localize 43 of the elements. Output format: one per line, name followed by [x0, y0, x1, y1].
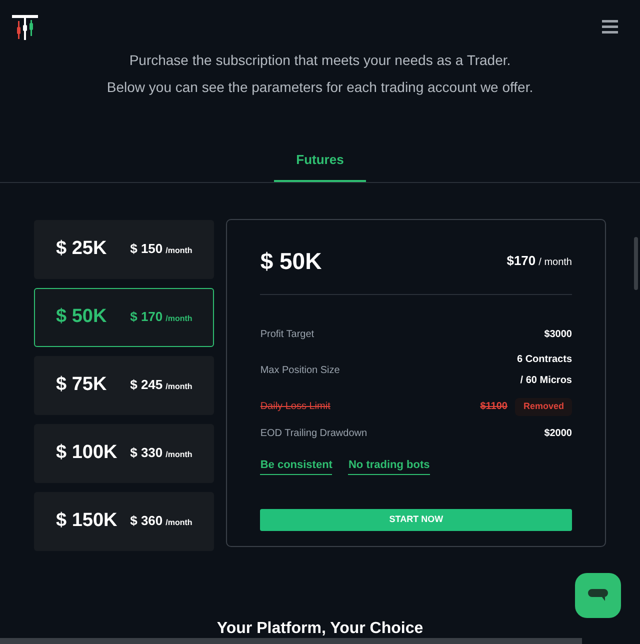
- vertical-scrollbar: [634, 237, 638, 290]
- plan-unit: /month: [166, 517, 192, 530]
- intro-text: Below you can see the parameters for each trading account we offer.: [106, 78, 534, 97]
- plan-size: $ 75K: [56, 372, 107, 397]
- plan-price: $ 150: [130, 240, 163, 258]
- logo-icon[interactable]: [12, 15, 38, 41]
- detail-unit: / month: [538, 256, 572, 270]
- detail-price: $170: [506, 252, 536, 270]
- parameter-value: $3000: [544, 328, 572, 342]
- plan-unit: /month: [166, 313, 192, 326]
- plan-card[interactable]: $ 50K $ 170 /month: [34, 288, 214, 346]
- plan-price: $ 170: [130, 308, 163, 326]
- rule-link[interactable]: Be consistent: [260, 456, 332, 475]
- parameter-label: Max Position Size: [260, 364, 340, 378]
- parameter-label: Daily Loss Limit: [260, 400, 330, 414]
- plan-price: $ 360: [130, 512, 163, 530]
- parameter-value: $2000: [544, 426, 572, 440]
- plan-size: $ 25K: [56, 236, 107, 261]
- removed-badge: Removed: [515, 398, 572, 416]
- intro-text: Purchase the subscription that meets your needs as a Trader.: [129, 51, 511, 70]
- plan-price: $ 330: [130, 444, 163, 462]
- plan-size: $ 150K: [56, 508, 118, 533]
- plan-unit: /month: [166, 449, 192, 462]
- plan-card[interactable]: $ 150K $ 360 /month: [34, 492, 214, 550]
- rule-link[interactable]: No trading bots: [348, 456, 430, 475]
- parameter-value: 6 Contracts: [516, 353, 572, 367]
- parameter-label: EOD Trailing Drawdown: [260, 426, 368, 440]
- detail-size: $ 50K: [260, 246, 322, 276]
- plan-card[interactable]: $ 25K $ 150 /month: [34, 220, 214, 278]
- plan-price: $ 245: [130, 376, 163, 394]
- tab[interactable]: Futures: [274, 150, 366, 182]
- menu-icon[interactable]: [602, 20, 618, 34]
- section-heading: Your Platform, Your Choice: [216, 620, 424, 638]
- parameter-value: $1100: [480, 400, 508, 414]
- chat-button[interactable]: [575, 573, 621, 618]
- parameter-label: Profit Target: [260, 328, 314, 342]
- plan-card[interactable]: $ 100K $ 330 /month: [34, 424, 214, 482]
- parameter-value: / 60 Micros: [520, 374, 572, 388]
- plan-size: $ 50K: [56, 304, 107, 329]
- plan-size: $ 100K: [56, 440, 118, 465]
- plan-unit: /month: [166, 245, 192, 258]
- plan-unit: /month: [166, 381, 192, 394]
- plan-card[interactable]: $ 75K $ 245 /month: [34, 356, 214, 414]
